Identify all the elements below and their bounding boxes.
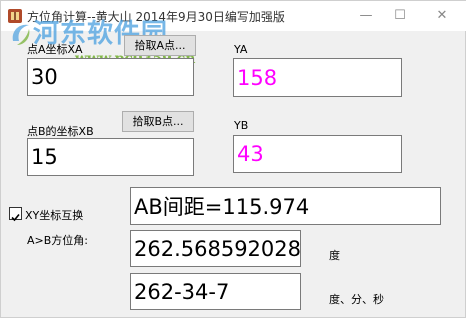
point-a-y-label: YA <box>234 43 248 56</box>
swap-xy-label: XY坐标互换 <box>25 209 84 222</box>
azimuth-label: A>B方位角: <box>27 234 88 247</box>
minimize-button[interactable]: — <box>349 1 383 31</box>
point-b-x-input[interactable]: 15 <box>27 138 194 176</box>
point-a-y-input[interactable]: 158 <box>233 58 402 97</box>
degrees-unit-label: 度 <box>329 249 340 262</box>
close-button[interactable]: ✕ <box>425 1 459 31</box>
azimuth-dms-output[interactable]: 262-34-7 <box>130 273 301 310</box>
dms-unit-label: 度、分、秒 <box>329 293 384 306</box>
app-icon <box>8 9 22 23</box>
pick-point-b-button[interactable]: 拾取B点... <box>122 111 194 132</box>
checkmark-icon <box>11 213 20 222</box>
azimuth-degrees-output[interactable]: 262.568592028 <box>130 230 301 267</box>
pick-point-a-button[interactable]: 拾取A点... <box>124 35 196 56</box>
swap-xy-checkbox[interactable] <box>9 207 22 222</box>
point-b-y-label: YB <box>234 119 249 132</box>
point-b-y-input[interactable]: 43 <box>233 135 402 173</box>
point-a-x-input[interactable]: 30 <box>27 58 194 96</box>
title-bar: 方位角计算--黄大山 2014年9月30日编写加强版 河东软件园 www.pc0… <box>1 1 466 67</box>
distance-output[interactable]: AB间距=115.974 <box>130 187 441 225</box>
maximize-button[interactable]: ☐ <box>383 1 417 31</box>
point-a-x-label: 点A坐标XA <box>27 43 83 56</box>
window-title: 方位角计算--黄大山 2014年9月30日编写加强版 <box>27 10 285 24</box>
app-window: 方位角计算--黄大山 2014年9月30日编写加强版 河东软件园 www.pc0… <box>0 0 466 318</box>
point-b-x-label: 点B的坐标XB <box>27 125 94 138</box>
